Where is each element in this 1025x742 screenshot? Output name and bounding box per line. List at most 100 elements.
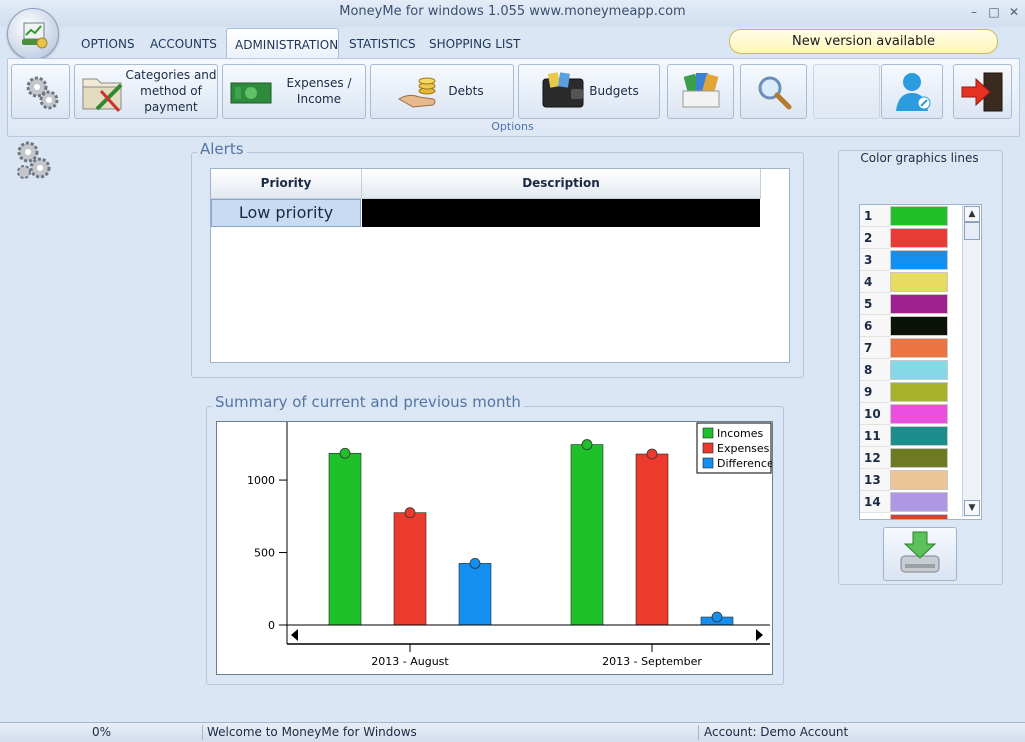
color-swatch[interactable]	[890, 316, 948, 336]
tab-shopping-list[interactable]: SHOPPING LIST	[421, 28, 528, 58]
categories-button[interactable]: Categories and method of payment	[74, 64, 218, 119]
color-swatch[interactable]	[890, 338, 948, 358]
settings-button[interactable]	[11, 64, 70, 119]
magnifier-icon	[758, 76, 792, 110]
alert-priority-cell[interactable]: Low priority	[211, 199, 361, 227]
tab-statistics[interactable]: STATISTICS	[341, 28, 424, 58]
maximize-button[interactable]: □	[985, 4, 1003, 20]
legend-label: Difference	[717, 457, 772, 470]
hand-coins-icon	[398, 77, 436, 108]
color-line-row[interactable]: 5	[860, 293, 963, 315]
color-swatch[interactable]	[890, 492, 948, 512]
app-menu-button[interactable]	[7, 8, 59, 60]
chart-point	[404, 507, 416, 519]
status-bar: 0% Welcome to MoneyMe for Windows Accoun…	[0, 722, 1025, 742]
new-version-notice[interactable]: New version available	[729, 29, 998, 54]
legend-label: Expenses	[717, 442, 770, 455]
color-swatch[interactable]	[890, 360, 948, 380]
color-line-row[interactable]: 7	[860, 337, 963, 359]
color-swatch[interactable]	[890, 228, 948, 248]
cards-button[interactable]	[667, 64, 734, 119]
budgets-button[interactable]: Budgets	[518, 64, 660, 119]
color-swatch[interactable]	[890, 294, 948, 314]
color-line-number: 11	[860, 425, 890, 447]
y-tick-label: 1000	[247, 474, 275, 487]
chart-bar	[328, 452, 362, 626]
color-line-row[interactable]: 12	[860, 447, 963, 469]
color-swatch[interactable]	[890, 514, 948, 519]
color-line-number: 13	[860, 469, 890, 491]
user-icon	[896, 73, 931, 111]
tab-options[interactable]: OPTIONS	[73, 28, 143, 58]
color-line-row[interactable]: 3	[860, 249, 963, 271]
debts-button[interactable]: Debts	[370, 64, 514, 119]
save-colors-button[interactable]	[883, 527, 957, 581]
color-line-row-partial[interactable]	[860, 513, 963, 519]
color-swatch[interactable]	[890, 272, 948, 292]
color-line-row[interactable]: 8	[860, 359, 963, 381]
color-line-row[interactable]: 9	[860, 381, 963, 403]
summary-title: Summary of current and previous month	[212, 393, 524, 411]
color-lines-title: Color graphics lines	[860, 151, 979, 165]
legend-swatch	[702, 427, 714, 439]
chart-point	[469, 558, 481, 569]
color-line-row[interactable]: 10	[860, 403, 963, 425]
scroll-left-arrow-icon	[291, 629, 298, 641]
tab-accounts[interactable]: ACCOUNTS	[142, 28, 225, 58]
alerts-table[interactable]: Priority Description Low priority	[210, 168, 790, 363]
color-line-row[interactable]: 2	[860, 227, 963, 249]
color-list-scrollbar[interactable]: ▲ ▼	[962, 205, 980, 517]
legend-swatch	[702, 442, 714, 454]
user-button[interactable]	[881, 64, 943, 119]
scroll-thumb[interactable]	[964, 222, 980, 240]
color-line-number: 3	[860, 249, 890, 271]
color-swatch[interactable]	[890, 426, 948, 446]
x-tick-label: 2013 - September	[602, 655, 702, 668]
tab-administration[interactable]: ADMINISTRATION	[226, 28, 339, 59]
scroll-right-arrow-icon	[756, 629, 763, 641]
exit-button[interactable]	[953, 64, 1012, 119]
folder-edit-icon	[82, 78, 123, 113]
color-line-number: 14	[860, 491, 890, 513]
app-logo-icon	[22, 22, 48, 49]
color-line-number: 1	[860, 205, 890, 227]
color-swatch[interactable]	[890, 470, 948, 490]
chart-point	[581, 439, 593, 450]
download-drive-icon	[900, 531, 940, 573]
wallet-icon	[542, 72, 584, 108]
title-bar: MoneyMe for windows 1.055 www.moneymeapp…	[0, 0, 1025, 27]
color-line-number: 7	[860, 337, 890, 359]
color-line-row[interactable]: 1	[860, 205, 963, 227]
color-line-row[interactable]: 4	[860, 271, 963, 293]
y-tick-label: 500	[254, 547, 275, 560]
chart-bar	[393, 512, 427, 626]
color-line-row[interactable]: 13	[860, 469, 963, 491]
color-swatch[interactable]	[890, 448, 948, 468]
color-swatch[interactable]	[890, 404, 948, 424]
color-swatch[interactable]	[890, 382, 948, 402]
color-swatch[interactable]	[890, 250, 948, 270]
chart-point	[646, 448, 658, 460]
expenses-income-button[interactable]: Expenses / Income	[222, 64, 366, 119]
column-header-priority[interactable]: Priority	[211, 169, 362, 199]
color-line-number: 4	[860, 271, 890, 293]
status-divider	[202, 725, 203, 740]
debts-label: Debts	[448, 84, 484, 98]
color-line-row[interactable]: 11	[860, 425, 963, 447]
ribbon-empty-slot	[813, 64, 880, 119]
color-swatch[interactable]	[890, 206, 948, 226]
column-header-description[interactable]: Description	[362, 169, 761, 199]
color-line-row[interactable]: 6	[860, 315, 963, 337]
color-line-number: 10	[860, 403, 890, 425]
close-button[interactable]: ✕	[1005, 4, 1023, 20]
status-account: Account: Demo Account	[704, 725, 849, 739]
color-line-number: 2	[860, 227, 890, 249]
sidebar-gears-icon[interactable]	[12, 138, 56, 184]
scroll-up-arrow-icon[interactable]: ▲	[964, 206, 980, 222]
alert-description-cell[interactable]	[362, 199, 760, 227]
minimize-button[interactable]: –	[965, 4, 983, 20]
legend-label: Incomes	[717, 427, 763, 440]
search-button[interactable]	[740, 64, 807, 119]
color-line-row[interactable]: 14	[860, 491, 963, 513]
scroll-down-arrow-icon[interactable]: ▼	[964, 500, 980, 516]
